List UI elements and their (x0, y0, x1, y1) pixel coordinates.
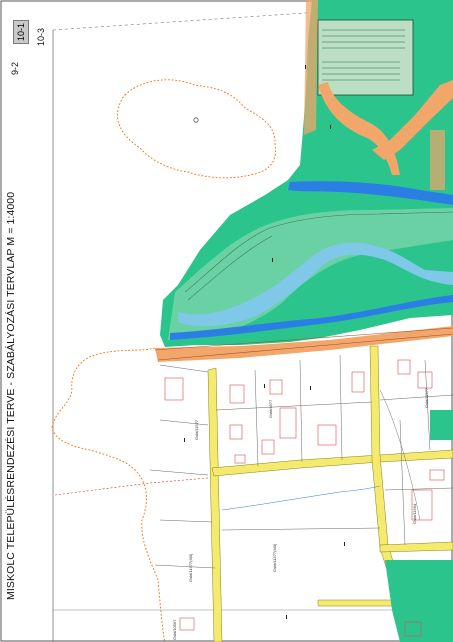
zoning-map: Gskt/11577 Gskt/4677 Gskt/11577 Gskt/115… (0, 0, 453, 642)
parcel-label: Gskt/4677 (268, 399, 273, 418)
facility-area (318, 20, 413, 95)
parcel-label: Gskt/11564 (412, 503, 417, 524)
map-title: MISKOLC TELEPÜLÉSRENDEZÉSI TERVE - SZABÁ… (5, 191, 17, 600)
parcel-label: Gskt/11577 (424, 387, 429, 408)
sheet-number-current: 10-1 (13, 20, 29, 44)
sheet-number-left: 9-2 (10, 61, 20, 75)
parcel-label: Gskt/11577 (194, 419, 199, 440)
parcel-label: Gskt/10567 (172, 619, 177, 640)
embankment-strip-right (430, 130, 445, 190)
sheet-number-below: 10-3 (36, 27, 46, 46)
parcel-label: Gskt/11577(M0) (272, 543, 277, 572)
embankment-strip-left (304, 0, 318, 135)
parcel-label: Gskt/11577(M0) (188, 553, 193, 582)
